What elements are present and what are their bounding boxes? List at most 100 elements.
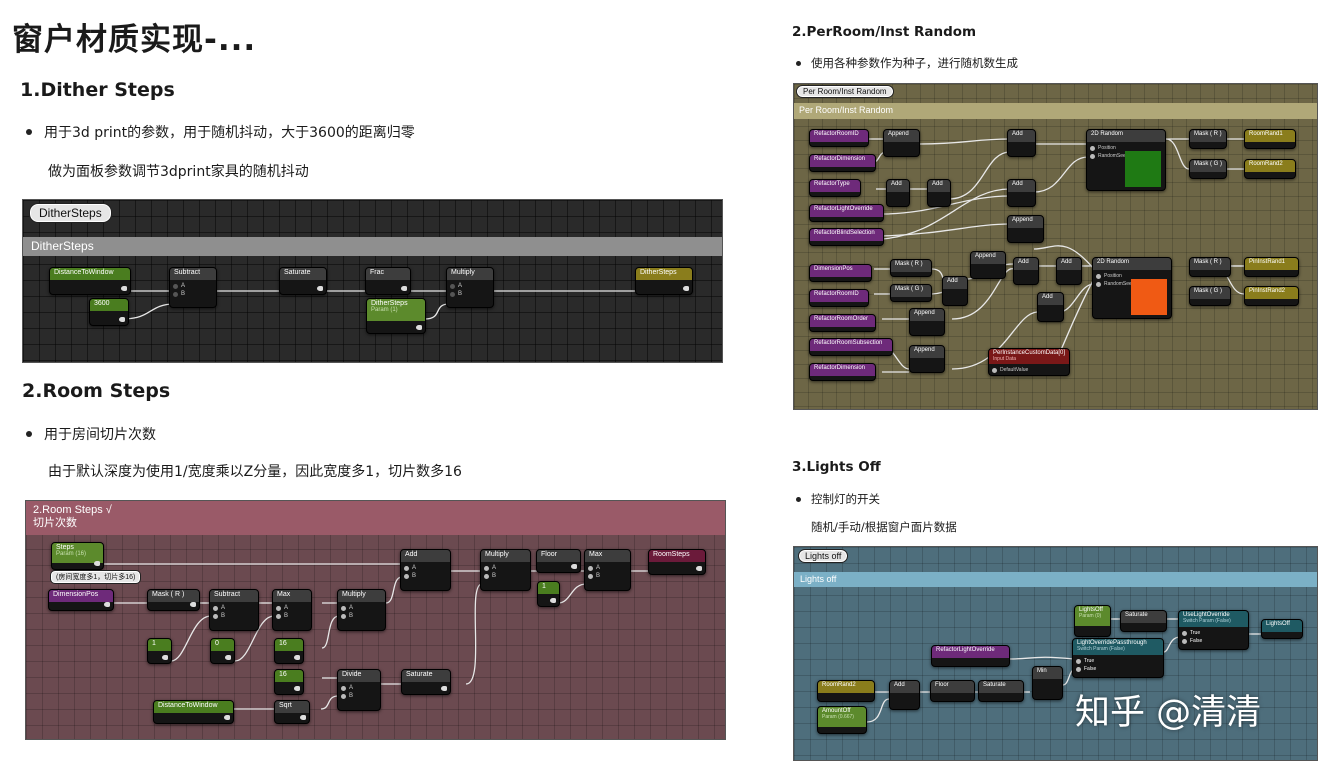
node-lights-off-output[interactable]: LightsOff xyxy=(1261,619,1303,639)
room-graph-panel[interactable]: 2.Room Steps √ 切片次数 Steps Param (16) (房间… xyxy=(25,500,726,740)
node-add[interactable]: Add AB xyxy=(400,549,451,591)
output-pin[interactable] xyxy=(317,286,323,291)
node-saturate[interactable]: Saturate xyxy=(401,669,451,695)
node-append-3[interactable]: Append xyxy=(970,251,1006,279)
default-value-pin[interactable]: DefaultValue xyxy=(992,366,1066,374)
output-pin[interactable] xyxy=(119,317,125,322)
node-mask-g-2[interactable]: Mask ( G ) xyxy=(890,284,932,302)
node-refactor-dimension[interactable]: RefactorDimension xyxy=(809,154,876,172)
node-const-16b[interactable]: 16 xyxy=(274,669,304,695)
node-amount-off-param[interactable]: AmountOff Param (0.667) xyxy=(817,706,867,734)
output-pin[interactable] xyxy=(696,566,702,571)
node-add[interactable]: Add xyxy=(889,680,920,710)
node-mask-r-3[interactable]: Mask ( R ) xyxy=(1189,257,1231,277)
node-room-rand-2[interactable]: RoomRand2 xyxy=(817,680,875,702)
node-saturate-2[interactable]: Saturate xyxy=(978,680,1024,702)
node-add-7[interactable]: Add xyxy=(1056,257,1082,285)
node-distance-to-window[interactable]: DistanceToWindow xyxy=(153,700,234,724)
node-append-1[interactable]: Append xyxy=(883,129,920,157)
lights-comment-bar[interactable]: Lights off xyxy=(794,572,1317,587)
node-per-instance-custom-data[interactable]: PerInstanceCustomData[0] Input Data Defa… xyxy=(988,348,1070,376)
node-distance-to-window[interactable]: DistanceToWindow xyxy=(49,267,131,295)
node-light-override-passthrough[interactable]: LightOverridePassthrough Switch Param (F… xyxy=(1072,638,1164,678)
node-frac[interactable]: Frac xyxy=(365,267,411,295)
node-mask-g-3[interactable]: Mask ( G ) xyxy=(1189,286,1231,306)
room-comment-bar[interactable]: 2.Room Steps √ 切片次数 xyxy=(26,501,725,535)
node-2d-random-2[interactable]: 2D Random Position RandomSeed xyxy=(1092,257,1172,319)
node-divide[interactable]: Divide AB xyxy=(337,669,381,711)
node-const-1b[interactable]: 1 xyxy=(537,581,560,607)
node-add-2[interactable]: Add xyxy=(927,179,951,207)
lights-graph-panel[interactable]: Lights off Lights off LightsOff Param (0… xyxy=(793,546,1318,761)
node-multiply-1[interactable]: Multiply AB xyxy=(337,589,386,631)
output-pin[interactable] xyxy=(104,602,110,607)
node-pin-inst-rand-2[interactable]: PinInstRand2 xyxy=(1244,286,1299,306)
output-pin[interactable] xyxy=(300,715,306,720)
node-refactor-room-id-2[interactable]: RefactorRoomID xyxy=(809,289,869,307)
node-add-5[interactable]: Add xyxy=(942,276,968,306)
node-refactor-dimension-2[interactable]: RefactorDimension xyxy=(809,363,876,381)
node-refactor-light-override[interactable]: RefactorLightOverride xyxy=(809,204,884,222)
output-pin[interactable] xyxy=(162,655,168,660)
node-room-rand-2[interactable]: RoomRand2 xyxy=(1244,159,1296,179)
node-saturate[interactable]: Saturate xyxy=(279,267,327,295)
output-pin[interactable] xyxy=(441,686,447,691)
true-pin[interactable]: True xyxy=(1182,629,1245,637)
node-mask-g-1[interactable]: Mask ( G ) xyxy=(1189,159,1227,179)
node-add-6[interactable]: Add xyxy=(1013,257,1039,285)
node-subtract[interactable]: Subtract AB xyxy=(209,589,259,631)
perroom-comment-bar[interactable]: Per Room/Inst Random xyxy=(794,103,1317,119)
dither-graph-panel[interactable]: DitherSteps DitherSteps DistanceToWindow… xyxy=(22,199,723,363)
node-dimension-pos[interactable]: DimensionPos xyxy=(48,589,114,611)
node-subtract[interactable]: Subtract AB xyxy=(169,267,217,308)
output-pin[interactable] xyxy=(683,286,689,291)
room-annotation[interactable]: (房间宽度多1，切片多16) xyxy=(50,570,142,584)
node-room-rand-1[interactable]: RoomRand1 xyxy=(1244,129,1296,149)
node-multiply[interactable]: Multiply AB xyxy=(446,267,494,308)
output-pin[interactable] xyxy=(121,286,127,291)
node-2d-random-1[interactable]: 2D Random Position RandomSeed xyxy=(1086,129,1166,191)
node-append-2[interactable]: Append xyxy=(1007,215,1044,243)
node-add-8[interactable]: Add xyxy=(1037,292,1064,322)
node-max-2[interactable]: Max AB xyxy=(584,549,631,591)
node-min[interactable]: Min xyxy=(1032,666,1063,700)
node-sqrt[interactable]: Sqrt xyxy=(274,700,310,724)
node-append-5[interactable]: Append xyxy=(909,345,945,373)
node-add-3[interactable]: Add xyxy=(1007,129,1036,157)
output-pin[interactable] xyxy=(225,655,231,660)
output-pin[interactable] xyxy=(550,598,556,603)
node-steps-param[interactable]: Steps Param (16) xyxy=(51,542,104,570)
node-refactor-blind-selection[interactable]: RefactorBlindSelection xyxy=(809,228,884,246)
false-pin[interactable]: False xyxy=(1182,637,1245,645)
output-pin[interactable] xyxy=(571,564,577,569)
node-mask-r[interactable]: Mask ( R ) xyxy=(147,589,200,611)
perroom-graph-panel[interactable]: Per Room/Inst Random Per Room/Inst Rando… xyxy=(793,83,1318,410)
node-const-1[interactable]: 1 xyxy=(147,638,172,664)
output-pin[interactable] xyxy=(94,561,100,566)
node-room-steps-output[interactable]: RoomSteps xyxy=(648,549,706,575)
output-pin[interactable] xyxy=(190,602,196,607)
node-append-4[interactable]: Append xyxy=(909,308,945,336)
node-max-1[interactable]: Max AB xyxy=(272,589,312,631)
node-refactor-room-order[interactable]: RefactorRoomOrder xyxy=(809,314,876,332)
perroom-graph-tag[interactable]: Per Room/Inst Random xyxy=(796,85,894,98)
node-floor[interactable]: Floor xyxy=(536,549,581,573)
output-pin[interactable] xyxy=(224,715,230,720)
node-dither-param[interactable]: DitherSteps Param (1) xyxy=(366,298,426,334)
node-dither-output[interactable]: DitherSteps xyxy=(635,267,693,295)
node-const-3600[interactable]: 3600 xyxy=(89,298,129,326)
node-dimension-pos[interactable]: DimensionPos xyxy=(809,264,872,282)
false-pin[interactable]: False xyxy=(1076,665,1160,673)
node-lights-off-param[interactable]: LightsOff Param (0) xyxy=(1074,605,1111,637)
node-add-4[interactable]: Add xyxy=(1007,179,1036,207)
node-pin-inst-rand-1[interactable]: PinInstRand1 xyxy=(1244,257,1299,277)
true-pin[interactable]: True xyxy=(1076,657,1160,665)
node-mask-r-2[interactable]: Mask ( R ) xyxy=(890,259,932,277)
node-refactor-light-override[interactable]: RefactorLightOverride xyxy=(931,645,1010,667)
dither-comment-bar[interactable]: DitherSteps xyxy=(23,237,722,256)
node-multiply-2[interactable]: Multiply AB xyxy=(480,549,531,591)
node-use-light-override[interactable]: UseLightOverride Switch Param (False) Tr… xyxy=(1178,610,1249,650)
lights-graph-tag[interactable]: Lights off xyxy=(798,549,849,563)
dither-graph-tag[interactable]: DitherSteps xyxy=(29,203,112,223)
node-refactor-type[interactable]: RefactorType xyxy=(809,179,861,197)
